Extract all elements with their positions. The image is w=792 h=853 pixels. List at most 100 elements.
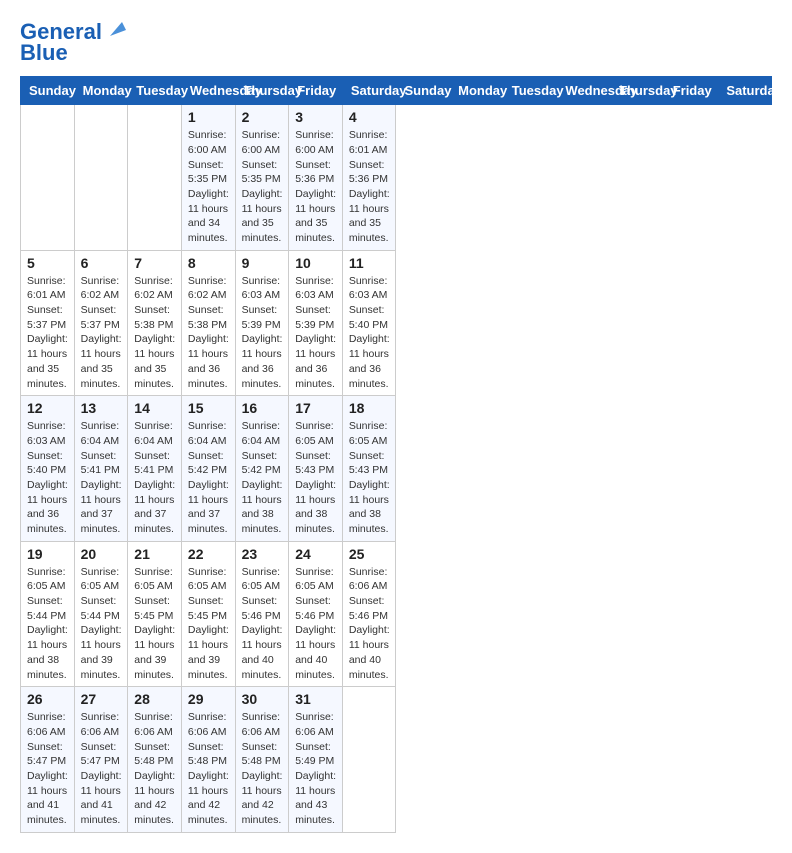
day-info: Sunrise: 6:05 AM Sunset: 5:46 PM Dayligh…	[242, 565, 283, 683]
day-info: Sunrise: 6:01 AM Sunset: 5:36 PM Dayligh…	[349, 128, 390, 246]
day-info: Sunrise: 6:06 AM Sunset: 5:48 PM Dayligh…	[242, 710, 283, 828]
calendar-cell: 20Sunrise: 6:05 AM Sunset: 5:44 PM Dayli…	[74, 541, 128, 687]
day-number: 26	[27, 691, 68, 707]
day-info: Sunrise: 6:04 AM Sunset: 5:42 PM Dayligh…	[242, 419, 283, 537]
calendar-cell: 14Sunrise: 6:04 AM Sunset: 5:41 PM Dayli…	[128, 396, 182, 542]
day-number: 25	[349, 546, 390, 562]
calendar-cell: 9 Sunrise: 6:03 AM Sunset: 5:39 PM Daylig…	[235, 250, 289, 396]
day-number: 31	[295, 691, 336, 707]
calendar-cell: 19Sunrise: 6:05 AM Sunset: 5:44 PM Dayli…	[21, 541, 75, 687]
calendar-cell: 24Sunrise: 6:05 AM Sunset: 5:46 PM Dayli…	[289, 541, 343, 687]
calendar-cell: 10 Sunrise: 6:03 AM Sunset: 5:39 PM Dayli…	[289, 250, 343, 396]
day-info: Sunrise: 6:05 AM Sunset: 5:45 PM Dayligh…	[134, 565, 175, 683]
day-info: Sunrise: 6:03 AM Sunset: 5:40 PM Dayligh…	[27, 419, 68, 537]
day-info: Sunrise: 6:06 AM Sunset: 5:48 PM Dayligh…	[188, 710, 229, 828]
calendar-cell: 5 Sunrise: 6:01 AM Sunset: 5:37 PM Daylig…	[21, 250, 75, 396]
header-saturday: Saturday	[718, 77, 772, 105]
day-number: 29	[188, 691, 229, 707]
header-thursday: Thursday	[611, 77, 665, 105]
day-number: 2	[242, 109, 283, 125]
day-info: Sunrise: 6:06 AM Sunset: 5:47 PM Dayligh…	[27, 710, 68, 828]
day-number: 24	[295, 546, 336, 562]
day-info: Sunrise: 6:02 AM Sunset: 5:37 PM Dayligh…	[81, 274, 122, 392]
day-number: 3	[295, 109, 336, 125]
calendar-cell: 30 Sunrise: 6:06 AM Sunset: 5:48 PM Dayli…	[235, 687, 289, 833]
day-info: Sunrise: 6:01 AM Sunset: 5:37 PM Dayligh…	[27, 274, 68, 392]
calendar-cell	[342, 687, 396, 833]
day-number: 4	[349, 109, 390, 125]
calendar-cell: 31 Sunrise: 6:06 AM Sunset: 5:49 PM Dayli…	[289, 687, 343, 833]
header-saturday: Saturday	[342, 77, 396, 105]
day-info: Sunrise: 6:03 AM Sunset: 5:39 PM Dayligh…	[242, 274, 283, 392]
calendar-week-3: 12 Sunrise: 6:03 AM Sunset: 5:40 PM Dayli…	[21, 396, 772, 542]
calendar-cell: 26 Sunrise: 6:06 AM Sunset: 5:47 PM Dayli…	[21, 687, 75, 833]
day-number: 27	[81, 691, 122, 707]
calendar-cell: 22 Sunrise: 6:05 AM Sunset: 5:45 PM Dayli…	[181, 541, 235, 687]
calendar-cell: 27 Sunrise: 6:06 AM Sunset: 5:47 PM Dayli…	[74, 687, 128, 833]
calendar-cell: 13 Sunrise: 6:04 AM Sunset: 5:41 PM Dayli…	[74, 396, 128, 542]
page-header: General Blue	[20, 20, 772, 66]
day-number: 28	[134, 691, 175, 707]
day-info: Sunrise: 6:06 AM Sunset: 5:46 PM Dayligh…	[349, 565, 390, 683]
day-number: 17	[295, 400, 336, 416]
calendar-cell	[128, 105, 182, 251]
day-info: Sunrise: 6:03 AM Sunset: 5:39 PM Dayligh…	[295, 274, 336, 392]
day-info: Sunrise: 6:05 AM Sunset: 5:45 PM Dayligh…	[188, 565, 229, 683]
day-number: 14	[134, 400, 175, 416]
day-number: 13	[81, 400, 122, 416]
calendar-cell: 17 Sunrise: 6:05 AM Sunset: 5:43 PM Dayli…	[289, 396, 343, 542]
calendar-cell: 25 Sunrise: 6:06 AM Sunset: 5:46 PM Dayli…	[342, 541, 396, 687]
day-number: 23	[242, 546, 283, 562]
logo-icon	[106, 18, 126, 38]
day-info: Sunrise: 6:05 AM Sunset: 5:44 PM Dayligh…	[27, 565, 68, 683]
calendar-cell: 28Sunrise: 6:06 AM Sunset: 5:48 PM Dayli…	[128, 687, 182, 833]
header-wednesday: Wednesday	[181, 77, 235, 105]
day-number: 8	[188, 255, 229, 271]
calendar-cell: 21 Sunrise: 6:05 AM Sunset: 5:45 PM Dayli…	[128, 541, 182, 687]
day-info: Sunrise: 6:02 AM Sunset: 5:38 PM Dayligh…	[188, 274, 229, 392]
calendar-cell: 16Sunrise: 6:04 AM Sunset: 5:42 PM Dayli…	[235, 396, 289, 542]
day-info: Sunrise: 6:00 AM Sunset: 5:36 PM Dayligh…	[295, 128, 336, 246]
day-info: Sunrise: 6:06 AM Sunset: 5:47 PM Dayligh…	[81, 710, 122, 828]
calendar-cell: 15 Sunrise: 6:04 AM Sunset: 5:42 PM Dayli…	[181, 396, 235, 542]
calendar-cell	[74, 105, 128, 251]
day-number: 6	[81, 255, 122, 271]
day-info: Sunrise: 6:05 AM Sunset: 5:43 PM Dayligh…	[295, 419, 336, 537]
calendar-cell: 1 Sunrise: 6:00 AM Sunset: 5:35 PM Daylig…	[181, 105, 235, 251]
day-number: 30	[242, 691, 283, 707]
calendar-cell: 4 Sunrise: 6:01 AM Sunset: 5:36 PM Daylig…	[342, 105, 396, 251]
calendar-cell: 7 Sunrise: 6:02 AM Sunset: 5:38 PM Daylig…	[128, 250, 182, 396]
day-info: Sunrise: 6:03 AM Sunset: 5:40 PM Dayligh…	[349, 274, 390, 392]
day-info: Sunrise: 6:02 AM Sunset: 5:38 PM Dayligh…	[134, 274, 175, 392]
day-number: 5	[27, 255, 68, 271]
calendar-cell: 12 Sunrise: 6:03 AM Sunset: 5:40 PM Dayli…	[21, 396, 75, 542]
day-number: 7	[134, 255, 175, 271]
day-number: 18	[349, 400, 390, 416]
day-number: 9	[242, 255, 283, 271]
logo-blue: Blue	[20, 40, 68, 66]
calendar-cell: 6 Sunrise: 6:02 AM Sunset: 5:37 PM Daylig…	[74, 250, 128, 396]
day-info: Sunrise: 6:04 AM Sunset: 5:41 PM Dayligh…	[81, 419, 122, 537]
day-number: 10	[295, 255, 336, 271]
day-info: Sunrise: 6:00 AM Sunset: 5:35 PM Dayligh…	[242, 128, 283, 246]
day-info: Sunrise: 6:06 AM Sunset: 5:49 PM Dayligh…	[295, 710, 336, 828]
calendar-header-row: SundayMondayTuesdayWednesdayThursdayFrid…	[21, 77, 772, 105]
header-friday: Friday	[289, 77, 343, 105]
header-wednesday: Wednesday	[557, 77, 611, 105]
day-info: Sunrise: 6:04 AM Sunset: 5:42 PM Dayligh…	[188, 419, 229, 537]
header-sunday: Sunday	[21, 77, 75, 105]
day-number: 12	[27, 400, 68, 416]
calendar-cell: 29 Sunrise: 6:06 AM Sunset: 5:48 PM Dayli…	[181, 687, 235, 833]
header-thursday: Thursday	[235, 77, 289, 105]
header-tuesday: Tuesday	[128, 77, 182, 105]
calendar-week-2: 5 Sunrise: 6:01 AM Sunset: 5:37 PM Daylig…	[21, 250, 772, 396]
day-info: Sunrise: 6:00 AM Sunset: 5:35 PM Dayligh…	[188, 128, 229, 246]
day-number: 15	[188, 400, 229, 416]
calendar-cell: 18Sunrise: 6:05 AM Sunset: 5:43 PM Dayli…	[342, 396, 396, 542]
calendar-cell: 2 Sunrise: 6:00 AM Sunset: 5:35 PM Daylig…	[235, 105, 289, 251]
day-number: 21	[134, 546, 175, 562]
day-number: 22	[188, 546, 229, 562]
calendar-cell: 11Sunrise: 6:03 AM Sunset: 5:40 PM Dayli…	[342, 250, 396, 396]
day-number: 1	[188, 109, 229, 125]
day-info: Sunrise: 6:05 AM Sunset: 5:44 PM Dayligh…	[81, 565, 122, 683]
